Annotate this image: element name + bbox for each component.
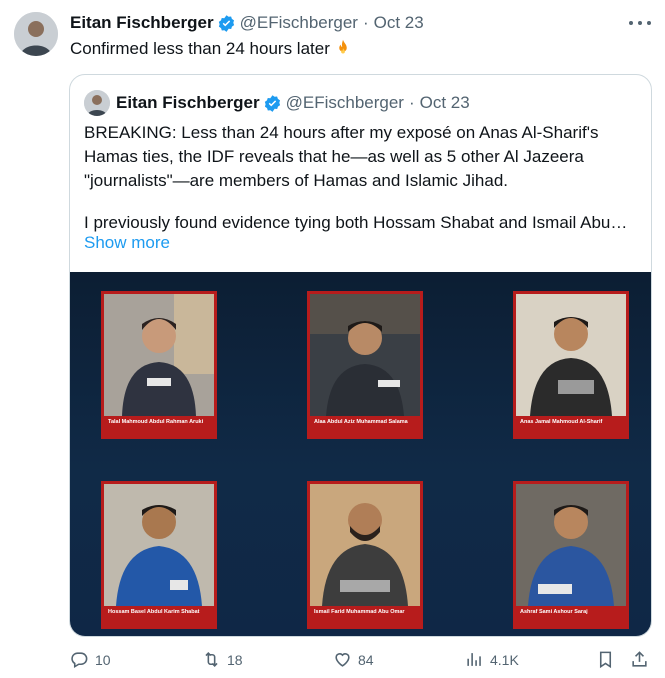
journalist-card: Ashraf Sami Ashour Saraj: [513, 481, 629, 629]
author-avatar[interactable]: [14, 12, 58, 56]
journalist-photo: [310, 294, 420, 416]
journalist-card: Alaa Abdul Aziz Muhammad Salama: [307, 291, 423, 439]
share-button[interactable]: [630, 650, 649, 669]
quoted-media-image[interactable]: Talal Mahmoud Abdul Rahman Aruki Alaa Ab…: [70, 272, 651, 636]
like-button[interactable]: 84: [333, 650, 374, 669]
tweet-actions: 10 18 84 4.1K: [70, 650, 652, 674]
verified-badge-icon: [264, 94, 280, 112]
heart-icon: [335, 653, 350, 667]
share-icon: [632, 651, 647, 667]
journalist-card: Ismail Farid Muhammad Abu Omar: [307, 481, 423, 629]
quoted-author-avatar: [84, 90, 110, 116]
quoted-tweet-header: Eitan Fischberger @EFischberger · Oct 23: [84, 90, 470, 116]
verified-badge-icon: [218, 14, 234, 32]
tweet-text-content: Confirmed less than 24 hours later: [70, 39, 330, 58]
separator-dot: ·: [408, 93, 415, 112]
tweet-header: Eitan Fischberger @EFischberger · Oct 23: [70, 12, 424, 34]
bookmark-icon: [599, 651, 612, 669]
quoted-tweet[interactable]: Eitan Fischberger @EFischberger · Oct 23…: [69, 74, 652, 637]
reply-count: 10: [95, 651, 111, 668]
analytics-icon: [467, 653, 481, 666]
views-button[interactable]: 4.1K: [465, 650, 519, 669]
repost-button[interactable]: 18: [202, 650, 243, 669]
reply-button[interactable]: 10: [70, 650, 111, 669]
journalist-caption: Talal Mahmoud Abdul Rahman Aruki: [104, 416, 214, 436]
bookmark-button[interactable]: [596, 650, 615, 669]
quoted-date: Oct 23: [419, 93, 470, 112]
journalist-caption: Hossam Basel Abdul Karim Shabat: [104, 606, 214, 626]
fire-emoji-icon: [339, 39, 347, 54]
quoted-tweet-text: BREAKING: Less than 24 hours after my ex…: [84, 121, 644, 235]
journalist-photo: [516, 484, 626, 606]
tweet-date[interactable]: Oct 23: [374, 13, 424, 33]
tweet-text: Confirmed less than 24 hours later: [70, 38, 352, 60]
journalist-caption: Ismail Farid Muhammad Abu Omar: [310, 606, 420, 626]
repost-icon: [205, 652, 218, 667]
journalist-card: Hossam Basel Abdul Karim Shabat: [101, 481, 217, 629]
repost-count: 18: [227, 651, 243, 668]
journalist-caption: Alaa Abdul Aziz Muhammad Salama: [310, 416, 420, 436]
more-options-icon[interactable]: [629, 14, 651, 32]
author-handle[interactable]: @EFischberger: [240, 13, 358, 33]
like-count: 84: [358, 651, 374, 668]
quoted-paragraph-1: BREAKING: Less than 24 hours after my ex…: [84, 123, 599, 190]
view-count: 4.1K: [490, 651, 519, 668]
quoted-paragraph-2: I previously found evidence tying both H…: [84, 213, 628, 232]
show-more-link[interactable]: Show more: [84, 233, 170, 253]
journalist-photo: [104, 294, 214, 416]
journalist-photo: [104, 484, 214, 606]
journalist-caption: Ashraf Sami Ashour Saraj: [516, 606, 626, 626]
journalist-caption: Anas Jamal Mahmoud Al-Sharif: [516, 416, 626, 436]
quoted-author-handle: @EFischberger: [285, 93, 404, 112]
journalist-card: Talal Mahmoud Abdul Rahman Aruki: [101, 291, 217, 439]
journalist-card: Anas Jamal Mahmoud Al-Sharif: [513, 291, 629, 439]
separator-dot: ·: [362, 13, 369, 32]
author-name[interactable]: Eitan Fischberger: [70, 13, 214, 33]
quoted-author-name: Eitan Fischberger: [116, 93, 260, 112]
journalist-photo: [516, 294, 626, 416]
reply-icon: [71, 652, 88, 669]
journalist-photo: [310, 484, 420, 606]
